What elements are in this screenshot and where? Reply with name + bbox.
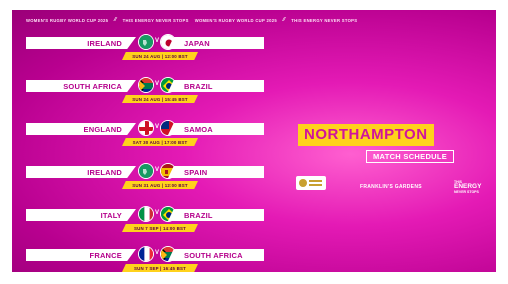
match-row: ENGLAND V SAMOA SAT 30 AUG | 17:00 BST xyxy=(26,120,266,150)
ticker-text: THIS ENERGY NEVER STOPS xyxy=(291,17,358,23)
away-team-name: BRAZIL xyxy=(184,81,213,91)
away-team-name: SOUTH AFRICA xyxy=(184,250,243,260)
schedule-graphic: WOMEN'S RUGBY WORLD CUP 2025 ⁄⁄ THIS ENE… xyxy=(12,10,496,272)
match-row: IRELAND V SPAIN SUN 31 AUG | 12:00 BST xyxy=(26,163,266,193)
title-box: NORTHAMPTON xyxy=(298,124,434,146)
ticker-separator: ⁄⁄ xyxy=(114,17,117,23)
match-row: ITALY V BRAZIL SUN 7 SEP | 14:00 BST xyxy=(26,206,266,236)
home-team-bar: ENGLAND xyxy=(26,123,136,135)
home-team-name: IRELAND xyxy=(87,167,122,177)
match-date-badge: SUN 7 SEP | 14:00 BST xyxy=(122,224,198,232)
match-date-badge: SUN 24 AUG | 15:45 BST xyxy=(122,95,198,103)
away-team-bar: JAPAN xyxy=(168,37,264,49)
home-team-bar: IRELAND xyxy=(26,166,136,178)
club-logo-icon xyxy=(296,176,326,190)
ticker-text: WOMEN'S RUGBY WORLD CUP 2025 xyxy=(194,17,277,23)
ticker-text: WOMEN'S RUGBY WORLD CUP 2025 xyxy=(26,17,109,23)
venue-label: FRANKLIN'S GARDENS xyxy=(360,184,422,190)
ticker-separator: ⁄⁄ xyxy=(283,17,286,23)
match-date-badge: SUN 31 AUG | 12:00 BST xyxy=(122,181,198,189)
ticker-text: THIS ENERGY NEVER STOPS xyxy=(122,17,189,23)
away-team-name: SAMOA xyxy=(184,124,213,134)
match-date-badge: SUN 7 SEP | 16:45 BST xyxy=(122,264,198,272)
away-team-name: BRAZIL xyxy=(184,210,213,220)
away-team-bar: SPAIN xyxy=(168,166,264,178)
logo-tail-text: NEVER STOPS xyxy=(454,190,479,194)
away-team-name: JAPAN xyxy=(184,38,210,48)
home-team-name: ENGLAND xyxy=(83,124,122,134)
match-date-badge: SAT 30 AUG | 17:00 BST xyxy=(122,138,198,146)
away-team-bar: BRAZIL xyxy=(168,209,264,221)
home-team-bar: ITALY xyxy=(26,209,136,221)
page-subtitle: MATCH SCHEDULE xyxy=(366,150,455,163)
away-team-bar: SAMOA xyxy=(168,123,264,135)
away-team-name: SPAIN xyxy=(184,167,208,177)
away-team-bar: BRAZIL xyxy=(168,80,264,92)
home-team-name: ITALY xyxy=(100,210,122,220)
home-team-name: IRELAND xyxy=(87,38,122,48)
page-title: NORTHAMPTON xyxy=(304,126,428,143)
home-team-bar: SOUTH AFRICA xyxy=(26,80,136,92)
home-team-bar: FRANCE xyxy=(26,249,136,261)
title-block: NORTHAMPTON MATCH SCHEDULE xyxy=(298,124,455,164)
home-team-name: SOUTH AFRICA xyxy=(63,81,122,91)
away-team-bar: SOUTH AFRICA xyxy=(168,249,264,261)
match-date-badge: SUN 24 AUG | 12:00 BST xyxy=(122,52,198,60)
home-team-bar: IRELAND xyxy=(26,37,136,49)
match-row: IRELAND V JAPAN SUN 24 AUG | 12:00 BST xyxy=(26,34,266,64)
top-ticker: WOMEN'S RUGBY WORLD CUP 2025 ⁄⁄ THIS ENE… xyxy=(12,13,496,27)
energy-logo-icon: THIS ENERGY NEVER STOPS xyxy=(454,180,481,194)
home-team-name: FRANCE xyxy=(89,250,122,260)
match-row: FRANCE V SOUTH AFRICA SUN 7 SEP | 16:45 … xyxy=(26,246,266,272)
match-row: SOUTH AFRICA V BRAZIL SUN 24 AUG | 15:45… xyxy=(26,77,266,107)
